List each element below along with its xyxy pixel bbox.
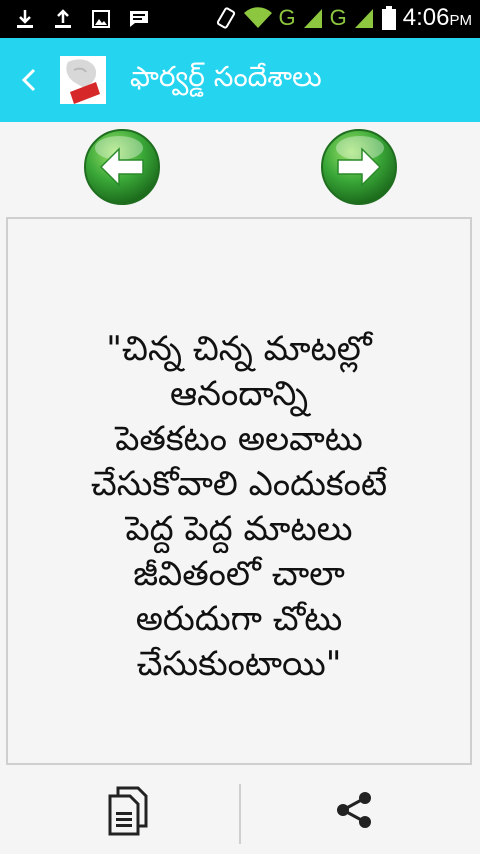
image-icon bbox=[90, 7, 112, 31]
vibrate-icon bbox=[215, 6, 237, 30]
message-line: ఆనందాన్ని bbox=[169, 374, 308, 414]
arrow-right-icon bbox=[321, 129, 397, 205]
upload-icon bbox=[52, 7, 74, 31]
message-line: "చిన్న చిన్న మాటల్లో bbox=[106, 329, 372, 369]
signal-icon bbox=[302, 6, 324, 30]
next-button[interactable] bbox=[320, 128, 398, 206]
battery-icon bbox=[381, 6, 397, 30]
share-button[interactable] bbox=[332, 788, 376, 832]
status-bar: G G 4:06PM bbox=[0, 0, 480, 38]
message-card: "చిన్న చిన్న మాటల్లో ఆనందాన్ని పెతకటం అల… bbox=[6, 217, 472, 765]
chevron-left-icon bbox=[21, 68, 36, 92]
app-logo bbox=[60, 56, 106, 104]
message-line: పెతకటం అలవాటు bbox=[115, 419, 363, 459]
previous-button[interactable] bbox=[83, 128, 161, 206]
divider bbox=[239, 784, 241, 844]
message-line: చేసుకోవాలి ఎందుకంటే bbox=[90, 464, 388, 504]
arrow-left-icon bbox=[84, 129, 160, 205]
app-bar: ఫార్వర్డ్ సందేశాలు bbox=[0, 38, 480, 122]
message-line: చేసుకుంటాయి" bbox=[136, 644, 342, 684]
download-icon bbox=[14, 7, 36, 31]
message-line: అరుదుగా చోటు bbox=[135, 599, 343, 639]
message-line: పెద్ద పెద్ద మాటలు bbox=[125, 509, 353, 549]
message-text: "చిన్న చిన్న మాటల్లో ఆనందాన్ని పెతకటం అల… bbox=[8, 327, 470, 687]
network-type-1: G bbox=[278, 5, 296, 30]
page-title: ఫార్వర్డ్ సందేశాలు bbox=[130, 60, 322, 93]
signal-icon-2 bbox=[353, 6, 375, 30]
chat-icon bbox=[128, 7, 150, 31]
message-line: జీవితంలో చాలా bbox=[133, 554, 345, 594]
network-type-2: G bbox=[329, 5, 347, 30]
status-time: 4:06PM bbox=[402, 4, 472, 31]
copy-button[interactable] bbox=[104, 784, 152, 836]
bottom-action-bar bbox=[0, 780, 480, 854]
share-icon bbox=[337, 792, 371, 828]
wifi-icon bbox=[243, 6, 273, 30]
back-button[interactable] bbox=[14, 64, 46, 96]
copy-icon bbox=[108, 786, 148, 836]
